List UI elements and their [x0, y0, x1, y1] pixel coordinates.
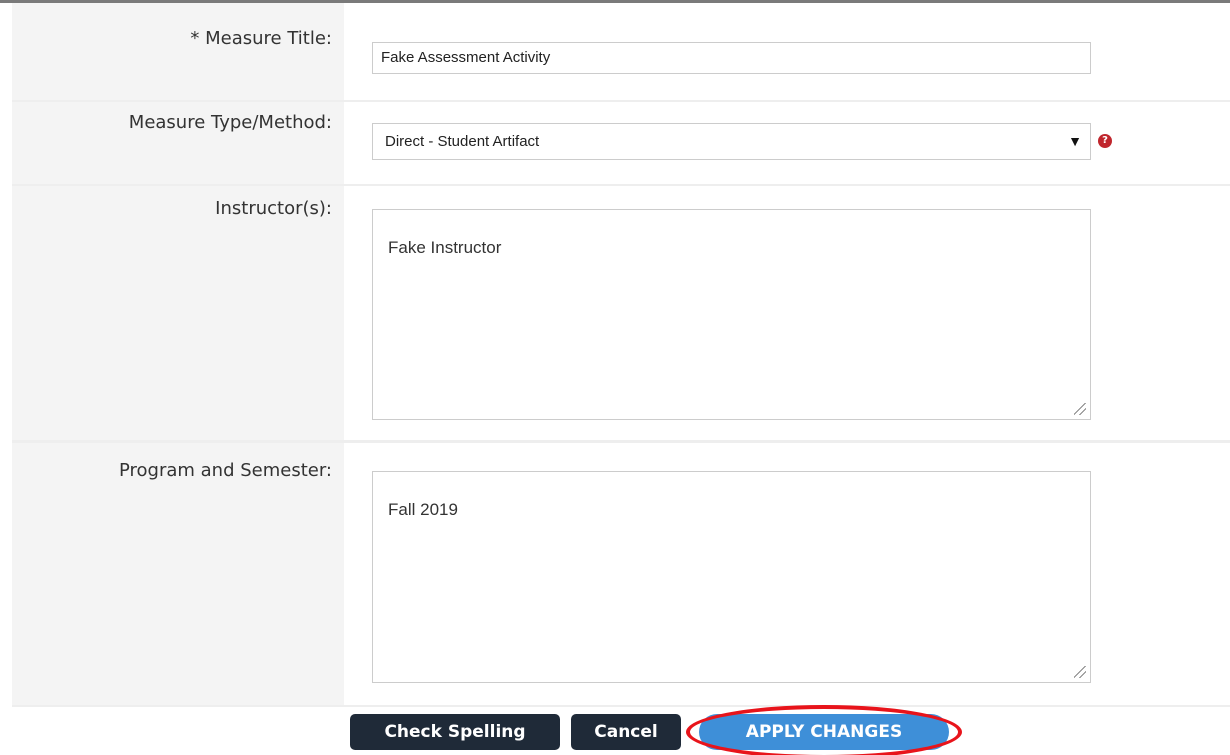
measure-title-label: * Measure Title: — [190, 28, 332, 49]
row-divider — [12, 184, 1230, 186]
check-spelling-button[interactable]: Check Spelling — [350, 714, 560, 750]
label-column — [12, 443, 344, 705]
instructors-label: Instructor(s): — [215, 198, 332, 219]
measure-type-label: Measure Type/Method: — [128, 112, 332, 133]
program-semester-label: Program and Semester: — [118, 460, 332, 481]
help-icon[interactable]: ? — [1098, 134, 1112, 148]
instructors-textarea[interactable]: Fake Instructor — [372, 209, 1091, 420]
resize-grip-icon[interactable] — [1074, 403, 1086, 415]
cancel-button[interactable]: Cancel — [571, 714, 681, 750]
label-column — [12, 3, 344, 440]
program-semester-textarea[interactable]: Fall 2019 — [372, 471, 1091, 683]
apply-changes-button[interactable]: APPLY CHANGES — [699, 714, 949, 750]
resize-grip-icon[interactable] — [1074, 666, 1086, 678]
measure-type-select[interactable]: Direct - Student Artifact ▼ — [372, 123, 1091, 160]
program-semester-value: Fall 2019 — [388, 500, 458, 519]
measure-title-input[interactable]: Fake Assessment Activity — [372, 42, 1091, 74]
chevron-down-icon: ▼ — [1068, 133, 1082, 149]
instructors-value: Fake Instructor — [388, 238, 502, 257]
measure-type-selected-value: Direct - Student Artifact — [385, 133, 540, 150]
row-divider — [12, 705, 1230, 707]
row-divider — [12, 440, 1230, 443]
row-divider — [12, 100, 1230, 102]
